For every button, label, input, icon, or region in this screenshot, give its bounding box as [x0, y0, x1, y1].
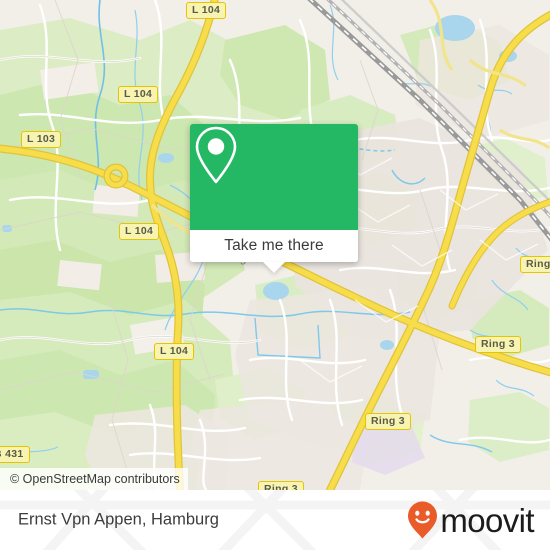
moovit-smiley-pin-icon: [408, 501, 438, 539]
road-shield: L 104: [154, 343, 195, 360]
card-icon-area: [190, 124, 358, 230]
road-shield: L 103: [21, 131, 62, 148]
take-me-there-card[interactable]: Take me there: [190, 124, 358, 273]
map-attribution[interactable]: © OpenStreetMap contributors: [0, 468, 188, 490]
road-shield: B 431: [0, 446, 30, 463]
location-pin-icon: [195, 126, 237, 184]
footer-bar: Ernst Vpn Appen, Hamburg moovit: [0, 490, 550, 550]
attribution-text: © OpenStreetMap contributors: [10, 472, 180, 486]
card-pointer-tail: [263, 262, 285, 273]
moovit-wordmark: moovit: [440, 501, 534, 539]
card-action-area[interactable]: Take me there: [190, 230, 358, 273]
road-shield: L 104: [118, 86, 159, 103]
road-shield: L 104: [119, 223, 160, 240]
road-shield: Ring 3: [258, 481, 304, 490]
card-action-label: Take me there: [224, 237, 324, 254]
road-shield: Ring 3: [475, 336, 521, 353]
location-title: Ernst Vpn Appen, Hamburg: [18, 510, 219, 529]
moovit-logo[interactable]: moovit: [406, 500, 535, 540]
road-shield: L 104: [186, 2, 227, 19]
screenshot-root: Bönningstedt L 104L 104L 103L 104L 104B …: [0, 0, 550, 550]
road-shield: Ring: [520, 256, 550, 273]
map-canvas[interactable]: Bönningstedt L 104L 104L 103L 104L 104B …: [0, 0, 550, 490]
road-shield: Ring 3: [365, 413, 411, 430]
